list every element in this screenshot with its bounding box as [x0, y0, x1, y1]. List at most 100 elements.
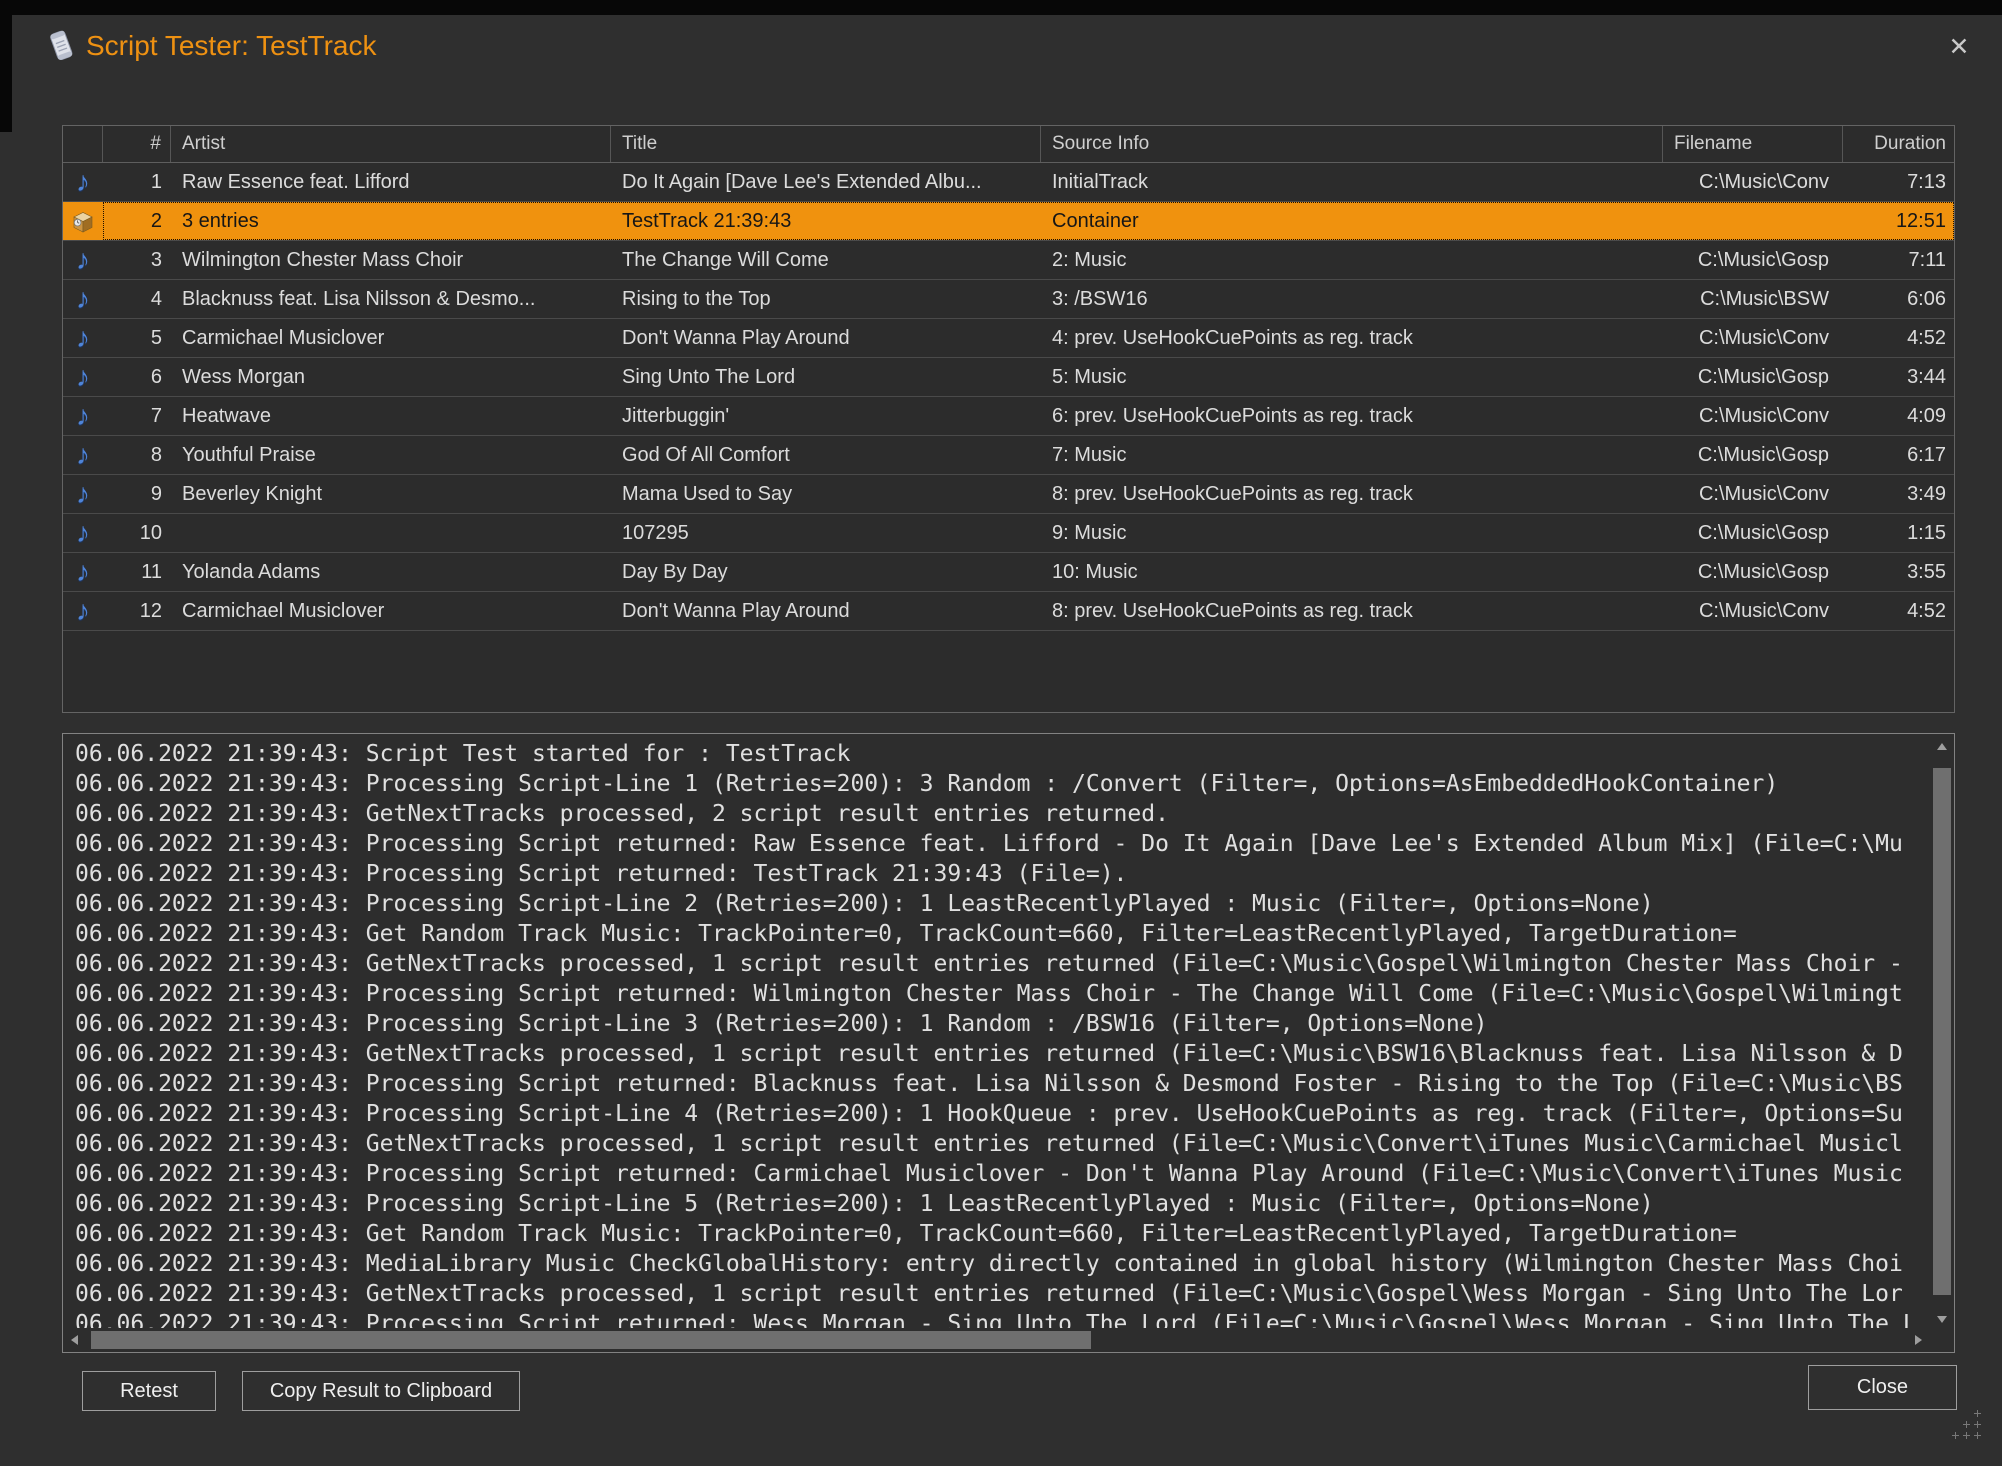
close-button[interactable]: Close [1808, 1365, 1957, 1410]
music-note-icon: ♪ [76, 361, 90, 392]
table-row[interactable]: ♪9Beverley KnightMama Used to Say8: prev… [63, 475, 1954, 514]
copy-result-button[interactable]: Copy Result to Clipboard [242, 1371, 520, 1411]
table-row[interactable]: ♪8Youthful PraiseGod Of All Comfort7: Mu… [63, 436, 1954, 475]
container-box-icon [70, 209, 96, 235]
cell-source: 2: Music [1041, 241, 1663, 279]
music-note-icon: ♪ [76, 244, 90, 275]
cell-source: InitialTrack [1041, 163, 1663, 201]
music-note-icon: ♪ [76, 283, 90, 314]
table-row[interactable]: ♪4Blacknuss feat. Lisa Nilsson & Desmo..… [63, 280, 1954, 319]
table-row[interactable]: ♪12Carmichael MusicloverDon't Wanna Play… [63, 592, 1954, 631]
scroll-right-icon[interactable] [1915, 1335, 1922, 1345]
cell-artist [171, 514, 611, 552]
log-output[interactable]: 06.06.2022 21:39:43: Script Test started… [63, 734, 1930, 1328]
cell-file: C:\Music\Conv [1663, 397, 1843, 435]
close-icon[interactable]: ✕ [1942, 30, 1976, 64]
table-row[interactable]: ♪7HeatwaveJitterbuggin'6: prev. UseHookC… [63, 397, 1954, 436]
table-row[interactable]: ♪1Raw Essence feat. LiffordDo It Again [… [63, 163, 1954, 202]
log-line: 06.06.2022 21:39:43: Processing Script-L… [75, 889, 1930, 919]
log-line: 06.06.2022 21:39:43: GetNextTracks proce… [75, 1039, 1930, 1069]
horizontal-scroll-thumb[interactable] [91, 1331, 1091, 1349]
log-line: 06.06.2022 21:39:43: Get Random Track Mu… [75, 1219, 1930, 1249]
scroll-up-icon[interactable] [1937, 743, 1947, 750]
cell-n: 2 [103, 202, 171, 240]
column-header-source-info[interactable]: Source Info [1041, 126, 1663, 162]
log-line: 06.06.2022 21:39:43: Processing Script r… [75, 1069, 1930, 1099]
window-left-edge [0, 0, 12, 132]
cell-title: 107295 [611, 514, 1041, 552]
cell-title: Day By Day [611, 553, 1041, 591]
log-line: 06.06.2022 21:39:43: Processing Script r… [75, 829, 1930, 859]
cell-source: 9: Music [1041, 514, 1663, 552]
table-row[interactable]: ♪101072959: MusicC:\Music\Gosp1:15 [63, 514, 1954, 553]
cell-n: 10 [103, 514, 171, 552]
cell-source: Container [1041, 202, 1663, 240]
table-row[interactable]: 23 entriesTestTrack 21:39:43Container 12:… [63, 202, 1954, 241]
cell-artist: 3 entries [171, 202, 611, 240]
cell-artist: Beverley Knight [171, 475, 611, 513]
table-row[interactable]: ♪3Wilmington Chester Mass ChoirThe Chang… [63, 241, 1954, 280]
cell-dur: 4:52 [1843, 319, 1954, 357]
cell-file: C:\Music\Gosp [1663, 358, 1843, 396]
row-icon-cell: ♪ [63, 358, 103, 396]
vertical-scroll-thumb[interactable] [1933, 768, 1951, 1295]
column-header-title[interactable]: Title [611, 126, 1041, 162]
music-note-icon: ♪ [76, 595, 90, 626]
column-header-number[interactable]: # [103, 126, 171, 162]
log-line: 06.06.2022 21:39:43: Get Random Track Mu… [75, 919, 1930, 949]
cell-source: 7: Music [1041, 436, 1663, 474]
log-line: 06.06.2022 21:39:43: Processing Script r… [75, 1309, 1930, 1328]
cell-artist: Wess Morgan [171, 358, 611, 396]
resize-grip[interactable] [1952, 1410, 1988, 1444]
row-icon-cell [63, 202, 103, 240]
cell-file: C:\Music\Gosp [1663, 553, 1843, 591]
cell-file: C:\Music\BSW [1663, 280, 1843, 318]
cell-title: Don't Wanna Play Around [611, 592, 1041, 630]
column-header-filename[interactable]: Filename [1663, 126, 1843, 162]
script-tester-dialog: Script Tester: TestTrack ✕ # Artist Titl… [0, 0, 2002, 1466]
cell-artist: Blacknuss feat. Lisa Nilsson & Desmo... [171, 280, 611, 318]
row-icon-cell: ♪ [63, 553, 103, 591]
scroll-down-icon[interactable] [1937, 1316, 1947, 1323]
log-line: 06.06.2022 21:39:43: Processing Script-L… [75, 1099, 1930, 1129]
cell-dur: 7:11 [1843, 241, 1954, 279]
log-line: 06.06.2022 21:39:43: GetNextTracks proce… [75, 799, 1930, 829]
table-header-row: # Artist Title Source Info Filename Dura… [63, 126, 1954, 163]
column-header-icon[interactable] [63, 126, 103, 162]
cell-source: 3: /BSW16 [1041, 280, 1663, 318]
cell-file: C:\Music\Conv [1663, 592, 1843, 630]
retest-button[interactable]: Retest [82, 1371, 216, 1411]
log-line: 06.06.2022 21:39:43: Processing Script r… [75, 979, 1930, 1009]
cell-artist: Wilmington Chester Mass Choir [171, 241, 611, 279]
log-line: 06.06.2022 21:39:43: Script Test started… [75, 739, 1930, 769]
cell-dur: 3:49 [1843, 475, 1954, 513]
cell-dur: 12:51 [1843, 202, 1954, 240]
cell-title: TestTrack 21:39:43 [611, 202, 1041, 240]
column-header-artist[interactable]: Artist [171, 126, 611, 162]
cell-file: C:\Music\Conv [1663, 163, 1843, 201]
table-row[interactable]: ♪11Yolanda AdamsDay By Day10: MusicC:\Mu… [63, 553, 1954, 592]
row-icon-cell: ♪ [63, 475, 103, 513]
cell-dur: 6:06 [1843, 280, 1954, 318]
cell-source: 8: prev. UseHookCuePoints as reg. track [1041, 592, 1663, 630]
horizontal-scrollbar[interactable] [63, 1328, 1930, 1352]
table-row[interactable]: ♪6Wess MorganSing Unto The Lord5: MusicC… [63, 358, 1954, 397]
table-row[interactable]: ♪5Carmichael MusicloverDon't Wanna Play … [63, 319, 1954, 358]
track-table: # Artist Title Source Info Filename Dura… [62, 125, 1955, 713]
scroll-left-icon[interactable] [71, 1335, 78, 1345]
log-line: 06.06.2022 21:39:43: MediaLibrary Music … [75, 1249, 1930, 1279]
vertical-scrollbar[interactable] [1930, 734, 1954, 1328]
column-header-duration[interactable]: Duration [1843, 126, 1954, 162]
music-note-icon: ♪ [76, 478, 90, 509]
log-line: 06.06.2022 21:39:43: Processing Script-L… [75, 769, 1930, 799]
cell-source: 8: prev. UseHookCuePoints as reg. track [1041, 475, 1663, 513]
cell-file: C:\Music\Gosp [1663, 436, 1843, 474]
cell-artist: Youthful Praise [171, 436, 611, 474]
log-line: 06.06.2022 21:39:43: Processing Script-L… [75, 1009, 1930, 1039]
cell-title: Mama Used to Say [611, 475, 1041, 513]
cell-file: C:\Music\Conv [1663, 475, 1843, 513]
cell-artist: Raw Essence feat. Lifford [171, 163, 611, 201]
music-note-icon: ♪ [76, 517, 90, 548]
music-note-icon: ♪ [76, 439, 90, 470]
row-icon-cell: ♪ [63, 592, 103, 630]
